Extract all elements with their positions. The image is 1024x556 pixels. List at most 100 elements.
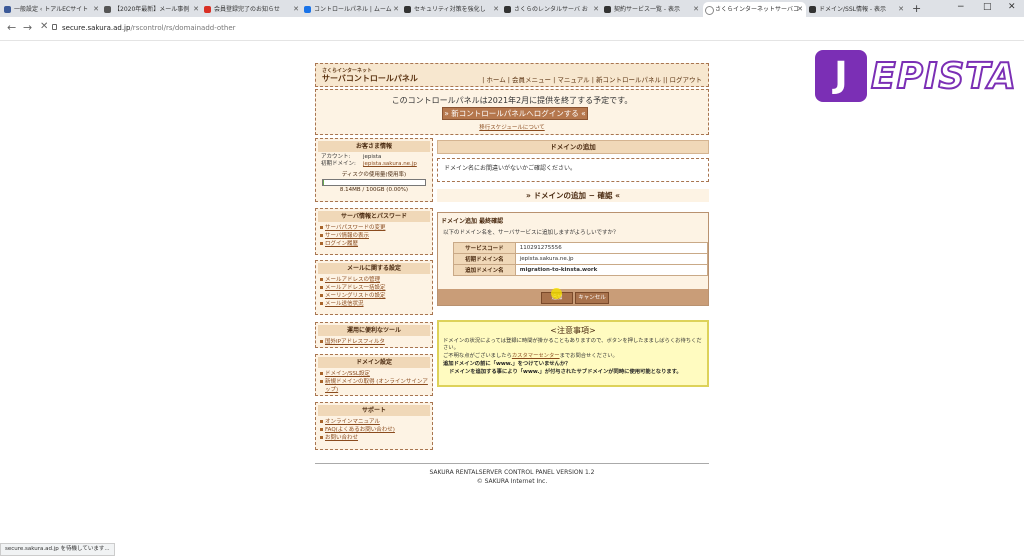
service-code-value: 110291275556	[514, 242, 709, 254]
migration-schedule-link[interactable]: 移行スケジュールについて	[316, 123, 708, 131]
close-tab-icon[interactable]: ✕	[898, 2, 904, 17]
browser-tab[interactable]: 会員登録完了のお知らせ ✕	[202, 2, 302, 17]
page-favicon-icon	[809, 6, 816, 13]
step-title: » ドメインの追加 − 確認 «	[437, 189, 709, 202]
account-value: jepista	[363, 154, 382, 160]
browser-tab[interactable]: 一般設定 ‹ トアルECサイト ✕	[2, 2, 102, 17]
sidebar-item-mail-bulk[interactable]: メールアドレス一括設定	[316, 284, 432, 292]
back-arrow-icon[interactable]: ←	[7, 21, 16, 34]
sidebar-mail-section: メールに関する設定 メールアドレスの管理 メールアドレス一括設定 メーリングリス…	[315, 260, 433, 315]
control-panel-header: さくらインターネット サーバコントロールパネル | ホーム | 会員メニュー |…	[315, 63, 709, 87]
footer-version: SAKURA RENTALSERVER CONTROL PANEL VERSIO…	[429, 469, 595, 476]
top-navigation[interactable]: | ホーム | 会員メニュー | マニュアル | 新コントロールパネル || ロ…	[482, 74, 702, 84]
mouse-cursor-highlight	[551, 288, 562, 299]
page-favicon-icon	[604, 6, 611, 13]
url-field[interactable]: secure.sakura.ad.jp/rscontrol/rs/domaina…	[62, 24, 236, 32]
caution-box: <注意事項> ドメインの状況によっては登録に時間が掛かることもありますので、ボタ…	[437, 320, 709, 387]
new-panel-login-button[interactable]: » 新コントロールパネルへログインする «	[442, 107, 588, 120]
footer-copyright: © SAKURA Internet Inc.	[476, 478, 548, 485]
close-tab-icon[interactable]: ✕	[293, 2, 299, 17]
final-confirmation-question: 以下のドメイン名を、サーバサービスに追加しますがよろしいですか？	[443, 230, 619, 236]
minimize-icon[interactable]: −	[957, 0, 965, 15]
notice-message: このコントロールパネルは2021年2月に提供を終了する予定です。	[391, 96, 633, 105]
sidebar-item-faq[interactable]: FAQ(よくあるお問い合わせ)	[316, 426, 432, 434]
brand-title: サーバコントロールパネル	[322, 74, 418, 83]
browser-tab-bar: 一般設定 ‹ トアルECサイト ✕ 【2020年最新】メール事例 ✕ 会員登録完了の…	[0, 0, 1024, 17]
sidebar-support-section: サポート オンラインマニュアル FAQ(よくあるお問い合わせ) お問い合わせ	[315, 402, 433, 450]
logo-badge: J	[815, 50, 867, 102]
close-tab-icon[interactable]: ✕	[93, 2, 99, 17]
wordpress-favicon-icon	[4, 6, 11, 13]
globe-favicon-icon	[104, 6, 111, 13]
sidebar-tools-section: 運用に便利なツール 国外IPアドレスフィルタ	[315, 322, 433, 348]
address-bar: ← → ✕ secure.sakura.ad.jp/rscontrol/rs/d…	[0, 17, 1024, 41]
final-confirmation-panel: ドメイン追加 最終確認 以下のドメイン名を、サーバサービスに追加しますがよろしい…	[437, 212, 709, 306]
sidebar-title: 運用に便利なツール	[318, 325, 430, 336]
confirm-message: ドメイン名にお間違いがないかご確認ください。	[437, 158, 709, 182]
loading-spinner-icon	[705, 6, 714, 15]
sidebar-item-server-info[interactable]: サーバ情報の表示	[316, 232, 432, 240]
logo-word: EPISTA	[870, 55, 1017, 98]
caution-line: ご不明な点がございましたらカスタマーセンターまでお問合せください。	[443, 353, 618, 359]
forward-arrow-icon[interactable]: →	[23, 21, 32, 34]
sidebar-title: サポート	[318, 405, 430, 416]
browser-tab-active[interactable]: さくらインターネットサーバコ ✕	[703, 2, 806, 17]
caution-title: <注意事項>	[550, 326, 596, 335]
sidebar-server-section: サーバ情報とパスワード サーバパスワードの変更 サーバ情報の表示 ログイン履歴	[315, 208, 433, 255]
stop-loading-icon[interactable]: ✕	[40, 21, 48, 32]
customer-center-link[interactable]: カスタマーセンター	[512, 353, 560, 359]
initial-domain-row: 初期ドメイン: jepista.sakura.ne.jp	[321, 161, 417, 168]
sidebar-item-contact[interactable]: お問い合わせ	[316, 434, 432, 442]
initial-domain-value: jepista.sakura.ne.jp	[514, 253, 709, 265]
action-bar: 追加 キャンセル	[438, 288, 708, 305]
browser-tab[interactable]: コントロールパネル | ムーム ✕	[302, 2, 402, 17]
close-tab-icon[interactable]: ✕	[393, 2, 399, 17]
sidebar-title: お客さま情報	[318, 141, 430, 152]
maximize-icon[interactable]: □	[983, 0, 992, 15]
added-domain-value: migration-to-kinsta.work	[514, 264, 709, 276]
sidebar-item-mailing-list[interactable]: メーリングリストの設定	[316, 292, 432, 300]
caution-line: ドメインを追加する事により「www.」が付与されたサブドメインが同時に使用可能と…	[449, 369, 682, 375]
lock-icon	[52, 24, 57, 30]
sidebar-item-ip-filter[interactable]: 国外IPアドレスフィルタ	[316, 338, 432, 346]
initial-domain-link[interactable]: jepista.sakura.ne.jp	[363, 161, 417, 168]
disk-usage-text: 8.14MB / 100GB (0.00%)	[339, 187, 409, 193]
domain-details-table: サービスコード 110291275556 初期ドメイン名 jepista.sak…	[453, 242, 709, 276]
account-row: アカウント: jepista	[321, 154, 382, 160]
new-tab-icon[interactable]: +	[912, 0, 921, 17]
end-of-service-notice: このコントロールパネルは2021年2月に提供を終了する予定です。 » 新コントロ…	[315, 89, 709, 135]
cancel-button[interactable]: キャンセル	[575, 292, 609, 304]
browser-tab[interactable]: ドメイン/SSL情報 - 表示 ✕	[807, 2, 907, 17]
close-tab-icon[interactable]: ✕	[797, 2, 803, 17]
close-tab-icon[interactable]: ✕	[493, 2, 499, 17]
sidebar-item-mail-address[interactable]: メールアドレスの管理	[316, 276, 432, 284]
close-tab-icon[interactable]: ✕	[693, 2, 699, 17]
footer-divider	[315, 463, 709, 464]
page-content: J EPISTA さくらインターネット サーバコントロールパネル | ホーム |…	[0, 41, 1024, 554]
browser-tab[interactable]: さくらのレンタルサーバ お ✕	[502, 2, 602, 17]
sidebar-item-server-password[interactable]: サーバパスワードの変更	[316, 224, 432, 232]
sidebar-item-domain-ssl[interactable]: ドメイン/SSL設定	[316, 370, 432, 378]
close-tab-icon[interactable]: ✕	[193, 2, 199, 17]
jepista-logo: J EPISTA	[815, 46, 1017, 104]
page-favicon-icon	[404, 6, 411, 13]
sidebar-domain-section: ドメイン設定 ドメイン/SSL設定 新規ドメインの取得 (オンラインサインアップ…	[315, 354, 433, 396]
close-tab-icon[interactable]: ✕	[593, 2, 599, 17]
caution-line: ドメインの状況によっては登録に時間が掛かることもありますので、ボタンを押したまま…	[443, 338, 702, 351]
browser-tab[interactable]: セキュリティ対策を強化し ✕	[402, 2, 502, 17]
sidebar-item-mail-status[interactable]: メール送信状況	[316, 300, 432, 308]
sidebar-title: サーバ情報とパスワード	[318, 211, 430, 222]
sidebar-title: メールに関する設定	[318, 263, 430, 274]
page-title: ドメインの追加	[437, 140, 709, 154]
sidebar-customer-info: お客さま情報 アカウント: jepista 初期ドメイン: jepista.sa…	[315, 138, 433, 202]
close-window-icon[interactable]: ✕	[1008, 0, 1016, 15]
sidebar-title: ドメイン設定	[318, 357, 430, 368]
browser-tab[interactable]: 契約サービス一覧 - 表示 ✕	[602, 2, 702, 17]
sidebar-item-login-history[interactable]: ログイン履歴	[316, 240, 432, 248]
sidebar-item-new-domain[interactable]: 新規ドメインの取得 (オンラインサインアップ)	[316, 378, 432, 394]
sidebar-item-online-manual[interactable]: オンラインマニュアル	[316, 418, 432, 426]
browser-tab[interactable]: 【2020年最新】メール事例 ✕	[102, 2, 202, 17]
final-confirmation-title: ドメイン追加 最終確認	[441, 218, 504, 225]
browser-status-bar: secure.sakura.ad.jp を待機しています...	[0, 543, 115, 556]
added-domain-label: 追加ドメイン名	[453, 264, 516, 276]
